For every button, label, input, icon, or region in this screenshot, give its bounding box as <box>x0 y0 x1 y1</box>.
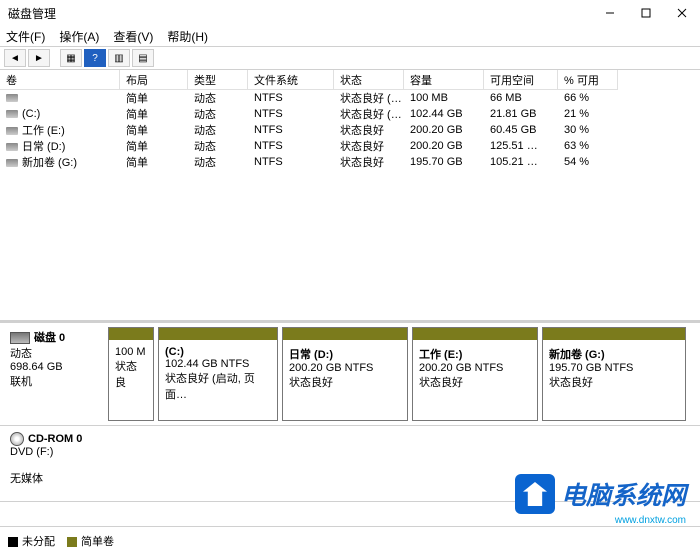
col-type[interactable]: 类型 <box>188 70 248 90</box>
menu-bar: 文件(F) 操作(A) 查看(V) 帮助(H) <box>0 26 700 46</box>
table-row[interactable]: 日常 (D:)简单动态NTFS状态良好200.20 GB125.51 …63 % <box>0 138 700 154</box>
toolbar: ◄ ► ▦ ? ▥ ▤ <box>0 46 700 70</box>
disk-0-type: 动态 <box>10 345 104 361</box>
legend: 未分配 简单卷 <box>0 526 700 554</box>
col-percent[interactable]: % 可用 <box>558 70 618 90</box>
maximize-button[interactable] <box>628 0 664 26</box>
cd-icon <box>10 432 24 446</box>
partition[interactable]: 新加卷 (G:)195.70 GB NTFS状态良好 <box>542 327 686 421</box>
back-button[interactable]: ◄ <box>4 49 26 67</box>
toolbar-btn-2[interactable]: ▥ <box>108 49 130 67</box>
watermark-text: 电脑系统网 <box>561 476 686 512</box>
legend-unallocated: 未分配 <box>8 533 55 549</box>
toolbar-btn-3[interactable]: ▤ <box>132 49 154 67</box>
drive-icon <box>6 94 18 102</box>
help-icon[interactable]: ? <box>84 49 106 67</box>
title-bar: 磁盘管理 <box>0 0 700 26</box>
table-header: 卷 布局 类型 文件系统 状态 容量 可用空间 % 可用 <box>0 70 700 90</box>
volume-list: 卷 布局 类型 文件系统 状态 容量 可用空间 % 可用 简单动态NTFS状态良… <box>0 70 700 170</box>
drive-icon <box>6 127 18 135</box>
legend-simple-volume: 简单卷 <box>67 533 114 549</box>
menu-view[interactable]: 查看(V) <box>113 28 153 45</box>
watermark-url: www.dnxtw.com <box>615 515 686 526</box>
cdrom-info: CD-ROM 0 DVD (F:) 无媒体 <box>0 426 108 501</box>
table-row[interactable]: 新加卷 (G:)简单动态NTFS状态良好195.70 GB105.21 …54 … <box>0 154 700 170</box>
disk-0-info: 磁盘 0 动态 698.64 GB 联机 <box>0 323 108 425</box>
watermark: 电脑系统网 <box>515 474 686 514</box>
table-row[interactable]: 工作 (E:)简单动态NTFS状态良好200.20 GB60.45 GB30 % <box>0 122 700 138</box>
col-free[interactable]: 可用空间 <box>484 70 558 90</box>
disk-icon <box>10 332 30 344</box>
swatch-olive <box>67 537 77 547</box>
swatch-black <box>8 537 18 547</box>
col-capacity[interactable]: 容量 <box>404 70 484 90</box>
table-row[interactable]: (C:)简单动态NTFS状态良好 (…102.44 GB21.81 GB21 % <box>0 106 700 122</box>
disk-0-status: 联机 <box>10 373 104 389</box>
menu-file[interactable]: 文件(F) <box>6 28 45 45</box>
minimize-button[interactable] <box>592 0 628 26</box>
toolbar-btn-1[interactable]: ▦ <box>60 49 82 67</box>
partition[interactable]: (C:)102.44 GB NTFS状态良好 (启动, 页面… <box>158 327 278 421</box>
col-status[interactable]: 状态 <box>334 70 404 90</box>
partition[interactable]: 100 M状态良 <box>108 327 154 421</box>
partition[interactable]: 工作 (E:)200.20 GB NTFS状态良好 <box>412 327 538 421</box>
drive-icon <box>6 159 18 167</box>
drive-icon <box>6 110 18 118</box>
disk-0-row[interactable]: 磁盘 0 动态 698.64 GB 联机 100 M状态良(C:)102.44 … <box>0 323 700 426</box>
watermark-logo-icon <box>515 474 555 514</box>
partition[interactable]: 日常 (D:)200.20 GB NTFS状态良好 <box>282 327 408 421</box>
cdrom-status: 无媒体 <box>10 470 104 486</box>
window-title: 磁盘管理 <box>8 5 592 22</box>
cdrom-label: CD-ROM 0 <box>28 433 82 445</box>
disk-0-label: 磁盘 0 <box>34 332 65 344</box>
col-volume[interactable]: 卷 <box>0 70 120 90</box>
close-button[interactable] <box>664 0 700 26</box>
disk-0-partitions: 100 M状态良(C:)102.44 GB NTFS状态良好 (启动, 页面…日… <box>108 323 700 425</box>
menu-action[interactable]: 操作(A) <box>59 28 99 45</box>
table-row[interactable]: 简单动态NTFS状态良好 (…100 MB66 MB66 % <box>0 90 700 106</box>
cdrom-type: DVD (F:) <box>10 446 104 458</box>
forward-button[interactable]: ► <box>28 49 50 67</box>
col-layout[interactable]: 布局 <box>120 70 188 90</box>
menu-help[interactable]: 帮助(H) <box>167 28 208 45</box>
window-controls <box>592 0 700 26</box>
disk-0-size: 698.64 GB <box>10 361 104 373</box>
drive-icon <box>6 143 18 151</box>
col-filesystem[interactable]: 文件系统 <box>248 70 334 90</box>
